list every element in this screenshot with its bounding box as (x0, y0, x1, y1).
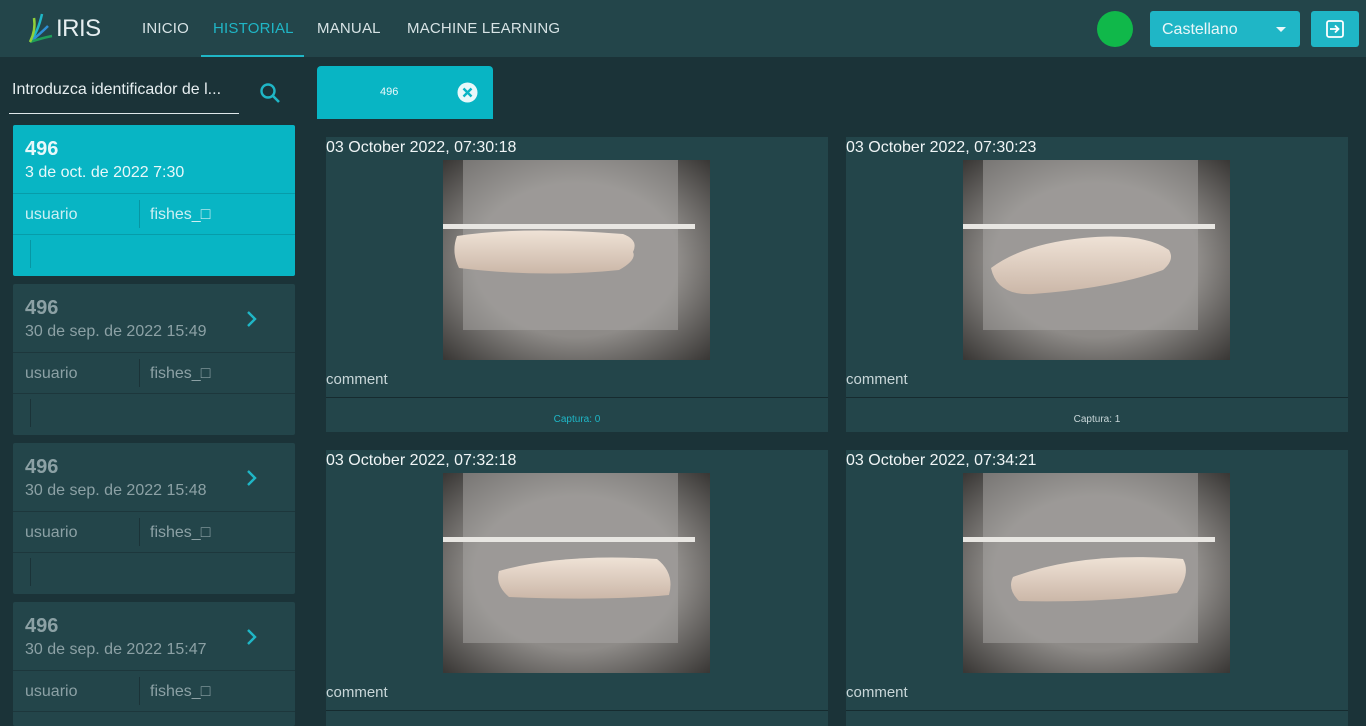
divider (13, 552, 295, 553)
capture-timestamp: 03 October 2022, 07:34:21 (846, 452, 1037, 469)
divider (13, 511, 295, 512)
fish-fillet-image (443, 160, 710, 360)
search-input[interactable] (12, 78, 238, 102)
capture-image[interactable] (443, 160, 710, 360)
capture-image[interactable] (963, 473, 1230, 673)
logout-button[interactable] (1311, 11, 1359, 47)
capture-timestamp: 03 October 2022, 07:32:18 (326, 452, 517, 469)
top-navbar: IRIS INICIO HISTORIAL MANUAL MACHINE LEA… (0, 0, 1366, 57)
fish-fillet-image (963, 160, 1230, 360)
capture-comment: comment (326, 684, 388, 701)
divider (13, 234, 295, 235)
divider (139, 518, 140, 546)
divider (30, 558, 31, 586)
history-item-user: usuario (25, 683, 78, 700)
divider (13, 711, 295, 712)
fish-fillet-image (443, 473, 710, 673)
history-item-model: fishes_□ (150, 524, 211, 541)
capture-comment: comment (846, 684, 908, 701)
nav-historial[interactable]: HISTORIAL (213, 20, 294, 37)
nav-inicio[interactable]: INICIO (142, 20, 189, 37)
history-item[interactable]: 496 30 de sep. de 2022 15:48 usuario fis… (13, 443, 295, 594)
logout-icon (1326, 20, 1344, 38)
history-item-id: 496 (25, 615, 59, 637)
language-select-value: Castellano (1162, 21, 1238, 38)
capture-caption[interactable]: Captura: 0 (326, 414, 828, 425)
history-item-model: fishes_□ (150, 683, 211, 700)
history-item[interactable]: 496 30 de sep. de 2022 15:47 usuario fis… (13, 602, 295, 726)
divider (13, 193, 295, 194)
capture-card[interactable]: 03 October 2022, 07:32:18 comment (326, 450, 828, 726)
iris-logo-icon (28, 13, 53, 44)
history-item-date: 30 de sep. de 2022 15:47 (25, 641, 207, 658)
history-item-date: 3 de oct. de 2022 7:30 (25, 164, 185, 181)
history-item-user: usuario (25, 524, 78, 541)
divider (139, 677, 140, 705)
chevron-right-icon[interactable] (245, 310, 259, 328)
tab-496[interactable]: 496 (317, 66, 493, 119)
capture-comment: comment (326, 371, 388, 388)
connection-status-indicator (1097, 11, 1133, 47)
capture-image[interactable] (443, 473, 710, 673)
capture-card[interactable]: 03 October 2022, 07:30:18 comment Captur… (326, 137, 828, 432)
history-item-id: 496 (25, 297, 59, 319)
divider (30, 240, 31, 268)
divider (139, 200, 140, 228)
divider (13, 393, 295, 394)
close-icon[interactable] (457, 82, 478, 103)
divider (30, 399, 31, 427)
history-item-user: usuario (25, 206, 78, 223)
history-item-user: usuario (25, 365, 78, 382)
chevron-right-icon[interactable] (245, 628, 259, 646)
nav-active-indicator (201, 55, 304, 57)
divider (326, 397, 828, 398)
capture-timestamp: 03 October 2022, 07:30:18 (326, 139, 517, 156)
language-select[interactable]: Castellano (1150, 11, 1300, 47)
search-icon[interactable] (258, 81, 282, 105)
history-item-date: 30 de sep. de 2022 15:49 (25, 323, 207, 340)
nav-machine-learning[interactable]: MACHINE LEARNING (407, 20, 560, 37)
divider (846, 710, 1348, 711)
capture-image[interactable] (963, 160, 1230, 360)
history-item-model: fishes_□ (150, 365, 211, 382)
fish-fillet-image (963, 473, 1230, 673)
dropdown-caret-icon (1276, 27, 1286, 32)
divider (13, 670, 295, 671)
history-item[interactable]: 496 30 de sep. de 2022 15:49 usuario fis… (13, 284, 295, 435)
divider (846, 397, 1348, 398)
capture-caption[interactable]: Captura: 1 (846, 414, 1348, 425)
capture-card[interactable]: 03 October 2022, 07:34:21 comment (846, 450, 1348, 726)
nav-manual[interactable]: MANUAL (317, 20, 381, 37)
history-item-model: fishes_□ (150, 206, 211, 223)
capture-comment: comment (846, 371, 908, 388)
divider (326, 710, 828, 711)
capture-card[interactable]: 03 October 2022, 07:30:23 comment Captur… (846, 137, 1348, 432)
capture-timestamp: 03 October 2022, 07:30:23 (846, 139, 1037, 156)
history-item-date: 30 de sep. de 2022 15:48 (25, 482, 207, 499)
history-item-id: 496 (25, 138, 59, 160)
tab-label: 496 (380, 86, 399, 98)
divider (13, 352, 295, 353)
history-item-id: 496 (25, 456, 59, 478)
history-item[interactable]: 496 3 de oct. de 2022 7:30 usuario fishe… (13, 125, 295, 276)
search-field[interactable] (9, 70, 239, 114)
app-logo-text: IRIS (56, 15, 101, 42)
divider (139, 359, 140, 387)
chevron-right-icon[interactable] (245, 469, 259, 487)
